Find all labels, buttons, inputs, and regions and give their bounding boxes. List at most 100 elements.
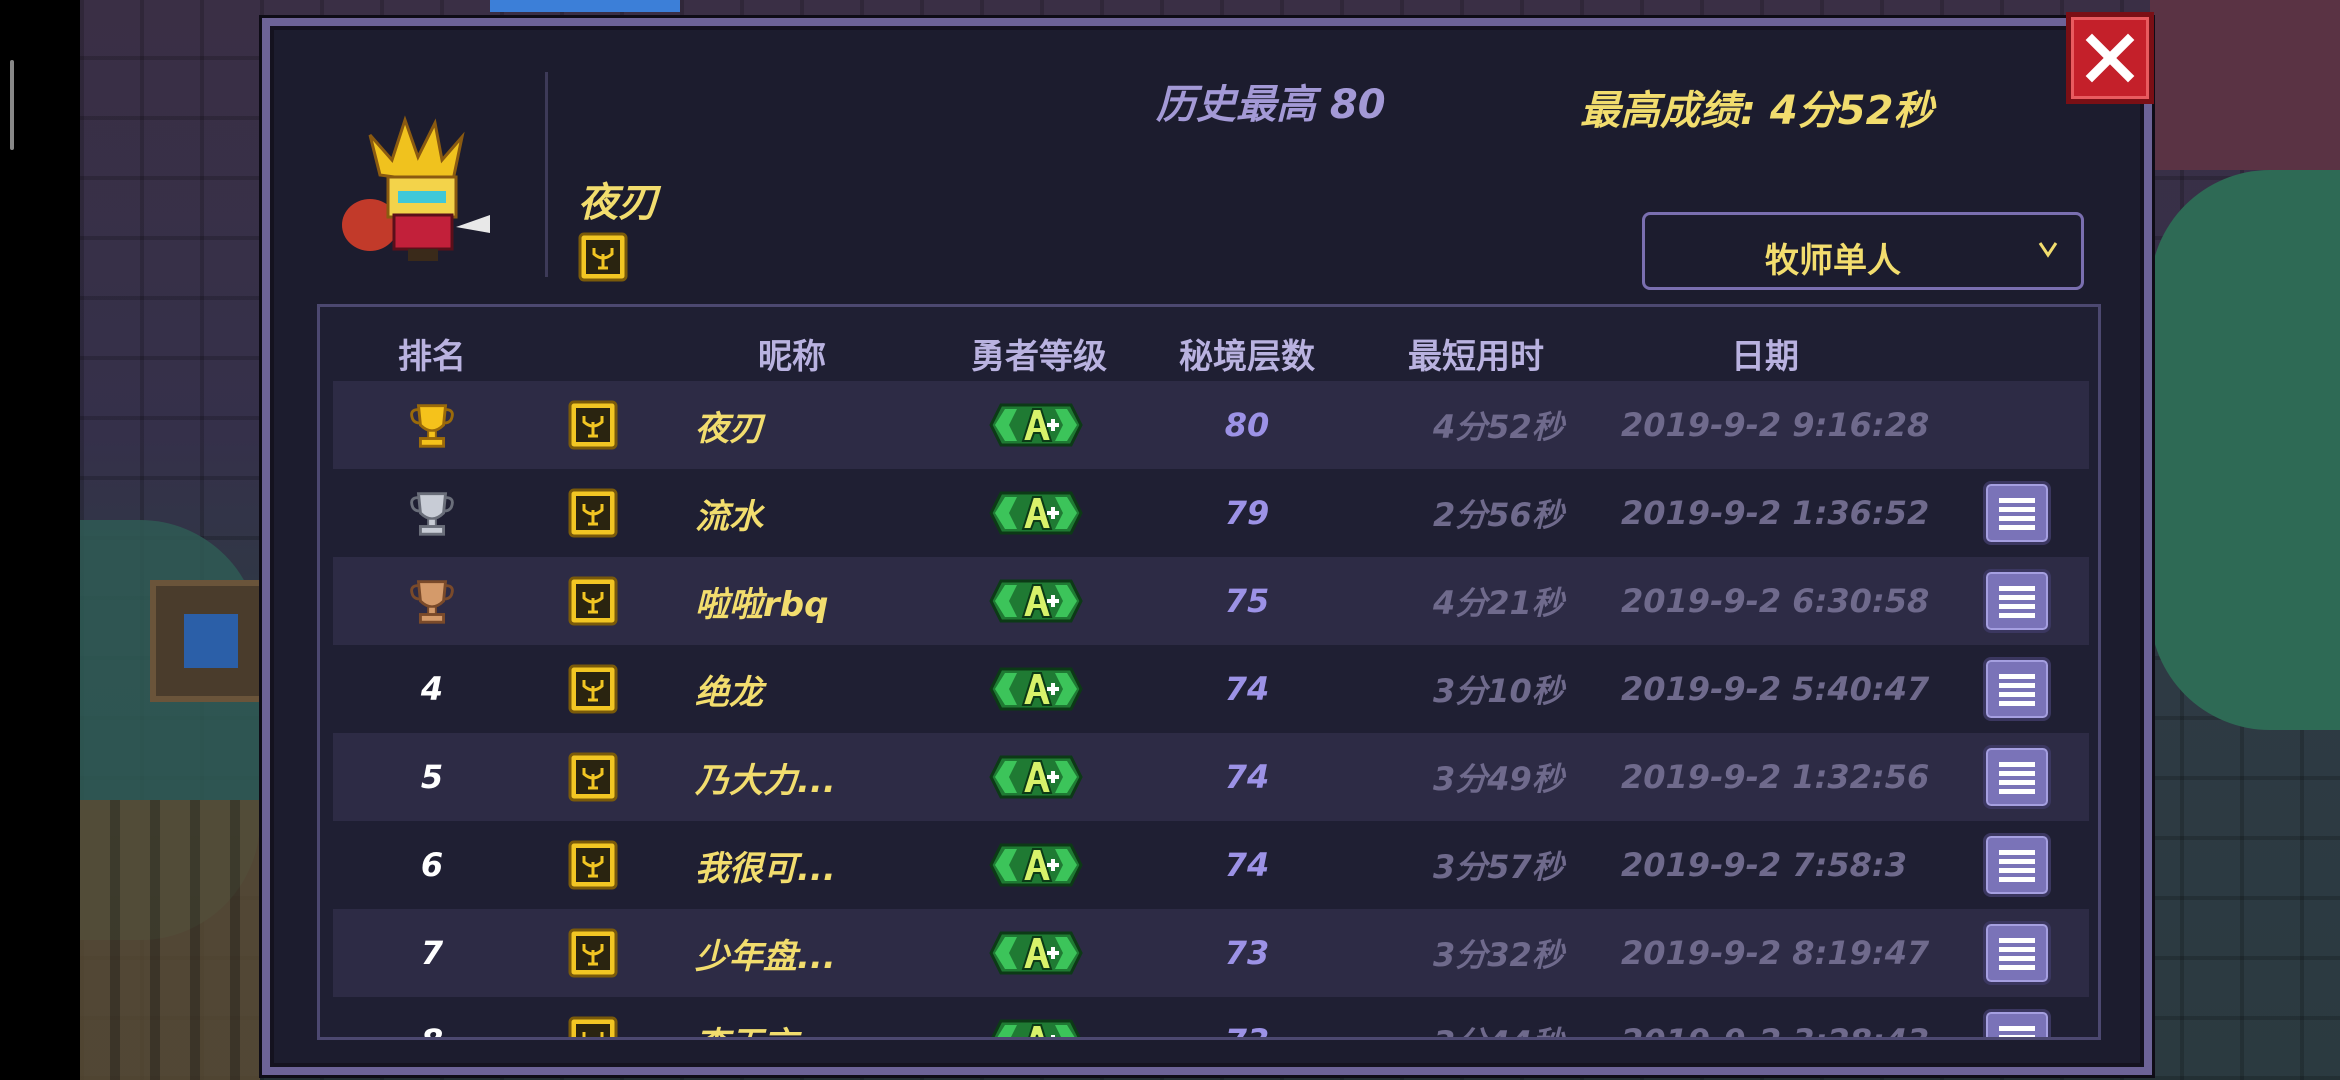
menu-lines-icon	[1999, 586, 2035, 618]
priest-class-icon	[568, 752, 618, 802]
hero-level-cell	[987, 469, 1085, 557]
column-header-best-time: 最短用时	[1408, 337, 1544, 377]
silver-trophy-icon	[410, 492, 454, 536]
priest-class-icon	[568, 840, 618, 890]
class-cell	[568, 909, 618, 997]
time-cell: 2分56秒	[1433, 469, 1564, 557]
leaderboard-table: 排名 昵称 勇者等级 秘境层数 最短用时 日期 夜刃 80 4分52秒 2019-9-…	[317, 304, 2101, 1040]
view-details-button[interactable]	[1983, 833, 2051, 897]
date-value: 2019-9-2 7:58:3	[1621, 846, 1907, 884]
floor-cell: 74	[1211, 821, 1283, 909]
time-cell: 3分44秒	[1433, 997, 1564, 1037]
view-details-button[interactable]	[1983, 921, 2051, 985]
nickname-cell: 流水	[695, 469, 763, 557]
time-cell: 4分52秒	[1433, 381, 1564, 469]
player-nickname: 啦啦rbq	[695, 584, 829, 625]
floor-cell: 73	[1211, 997, 1283, 1037]
rank-cell	[405, 381, 459, 469]
floor-value: 73	[1224, 934, 1270, 972]
floor-value: 80	[1224, 406, 1270, 444]
hero-level-a-plus-icon	[989, 491, 1083, 535]
hero-level-cell	[987, 733, 1085, 821]
table-header: 排名 昵称 勇者等级 秘境层数 最短用时 日期	[320, 307, 2098, 379]
nickname-cell: 我很可...	[695, 821, 836, 909]
hero-level-a-plus-icon	[989, 667, 1083, 711]
class-cell	[568, 733, 618, 821]
hero-level-cell	[987, 381, 1085, 469]
floor-cell: 75	[1211, 557, 1283, 645]
detail-cell	[1983, 645, 2051, 733]
date-cell: 2019-9-2 5:40:47	[1621, 645, 1929, 733]
hero-level-a-plus-icon	[991, 1019, 1081, 1037]
hero-level-cell	[987, 821, 1085, 909]
view-details-button[interactable]	[1983, 745, 2051, 809]
floor-cell: 73	[1211, 909, 1283, 997]
hero-level-cell	[987, 997, 1085, 1037]
hero-level-a-plus-icon	[989, 843, 1083, 887]
date-cell: 2019-9-2 9:16:28	[1621, 381, 1929, 469]
rank-cell: 8	[405, 997, 459, 1037]
date-value: 2019-9-2 8:19:47	[1621, 934, 1930, 972]
date-cell: 2019-9-2 8:19:47	[1621, 909, 1929, 997]
time-cell: 3分49秒	[1433, 733, 1564, 821]
view-details-button[interactable]	[1983, 481, 2051, 545]
column-header-rank: 排名	[398, 337, 466, 377]
close-button[interactable]	[2066, 12, 2154, 104]
priest-class-icon	[568, 400, 618, 450]
floor-value: 73	[1225, 1022, 1270, 1037]
nickname-cell: 乃大力...	[695, 733, 836, 821]
class-cell	[568, 469, 618, 557]
priest-class-icon	[568, 928, 618, 978]
best-time-value: 4分21秒	[1433, 584, 1564, 622]
system-gesture-pill	[10, 60, 14, 150]
table-row: 流水 79 2分56秒 2019-9-2 1:36:52	[333, 469, 2089, 557]
background-sprite	[490, 0, 680, 12]
best-time-value: 3分44秒	[1433, 1018, 1564, 1037]
rank-cell: 4	[405, 645, 459, 733]
floor-cell: 79	[1211, 469, 1283, 557]
best-time-value: 3分49秒	[1433, 760, 1564, 798]
column-header-hero-level: 勇者等级	[971, 337, 1107, 377]
background-window	[150, 580, 272, 702]
date-cell: 2019-9-2 3:28:43	[1621, 997, 1929, 1037]
nickname-cell: 李无言	[695, 997, 797, 1038]
table-row: 夜刃 80 4分52秒 2019-9-2 9:16:28	[333, 381, 2089, 469]
class-cell	[568, 821, 618, 909]
hero-level-a-plus-icon	[989, 755, 1083, 799]
rank-number: 8	[421, 1022, 443, 1037]
table-row: 7 少年盘... 73 3分32秒 2019-9-2 8:19:47	[333, 909, 2089, 997]
floor-value: 74	[1224, 846, 1270, 884]
date-cell: 2019-9-2 1:32:56	[1621, 733, 1929, 821]
column-header-date: 日期	[1731, 337, 1799, 377]
table-row: 8 李无言 73 3分44秒 2019-9-2 3:28:43	[333, 997, 2089, 1038]
table-body: 夜刃 80 4分52秒 2019-9-2 9:16:28 流水 79 2分56秒 2019-9…	[333, 381, 2089, 1038]
best-time-value: 2分56秒	[1433, 496, 1564, 534]
nickname-cell: 绝龙	[695, 645, 763, 733]
history-best-floor: 历史最高 80	[1156, 82, 1386, 128]
player-nickname: 少年盘...	[695, 936, 836, 977]
time-cell: 3分57秒	[1433, 821, 1564, 909]
rank-number: 7	[420, 934, 444, 972]
date-value: 2019-9-2 5:40:47	[1621, 670, 1930, 708]
rank-cell: 7	[405, 909, 459, 997]
view-details-button[interactable]	[1983, 657, 2051, 721]
background-wall	[2150, 0, 2340, 170]
mode-dropdown[interactable]: 牧师单人	[1642, 212, 2084, 290]
class-cell	[568, 557, 618, 645]
hero-level-cell	[987, 557, 1085, 645]
best-time-value: 3分57秒	[1433, 848, 1564, 886]
menu-lines-icon	[1999, 498, 2035, 530]
rank-cell	[405, 469, 459, 557]
nickname-cell: 夜刃	[695, 381, 763, 469]
gold-trophy-icon	[410, 404, 454, 448]
table-row: 4 绝龙 74 3分10秒 2019-9-2 5:40:47	[333, 645, 2089, 733]
view-details-button[interactable]	[1983, 569, 2051, 633]
background-fence	[80, 800, 260, 1080]
player-nickname: 乃大力...	[695, 760, 836, 801]
player-name: 夜刃	[578, 180, 658, 226]
floor-cell: 74	[1211, 733, 1283, 821]
priest-class-icon	[568, 576, 618, 626]
view-details-button[interactable]	[1983, 1009, 2051, 1037]
floor-value: 74	[1224, 758, 1270, 796]
date-value: 2019-9-2 1:36:52	[1621, 494, 1930, 532]
